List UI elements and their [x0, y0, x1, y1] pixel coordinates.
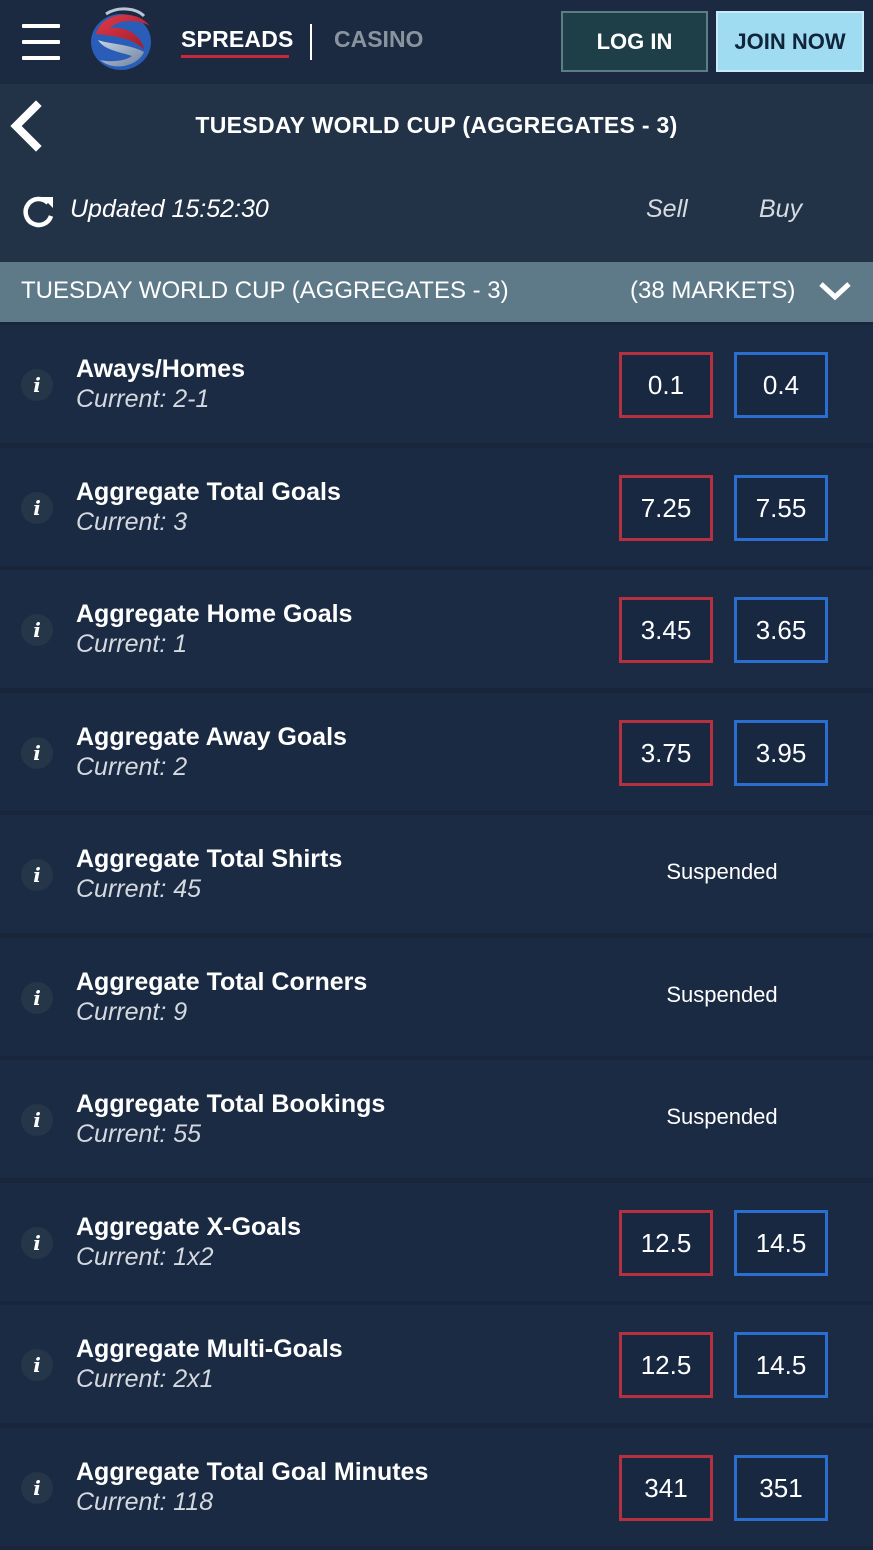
buy-price-button[interactable]: 3.95	[734, 719, 828, 786]
active-tab-indicator	[181, 55, 289, 58]
buy-price-button[interactable]: 14.5	[734, 1209, 828, 1276]
market-name: Aggregate Total Bookings	[76, 1090, 386, 1118]
market-name: Aggregate Total Corners	[76, 967, 368, 996]
info-icon[interactable]: i	[21, 1349, 53, 1381]
buy-price-button[interactable]: 7.55	[734, 474, 828, 541]
title-bar: TUESDAY WORLD CUP (AGGREGATES - 3)	[0, 84, 873, 168]
info-icon[interactable]: i	[21, 1104, 53, 1136]
buy-price-button[interactable]: 0.4	[734, 352, 828, 418]
brand-logo-icon[interactable]	[84, 4, 156, 76]
market-row: i Aggregate Home Goals Current: 1 3.45 3.65	[0, 570, 873, 688]
info-icon[interactable]: i	[21, 981, 53, 1014]
market-name: Aggregate X-Goals	[76, 1212, 302, 1241]
suspended-status: Suspended	[666, 1104, 778, 1129]
log-in-button[interactable]: LOG IN	[561, 11, 708, 72]
nav-divider	[310, 24, 312, 60]
suspended-status: Suspended	[666, 859, 778, 884]
market-name: Aggregate Total Goals	[76, 477, 341, 506]
market-current-value: Current: 45	[76, 875, 202, 903]
market-name: Aways/Homes	[76, 355, 246, 383]
buy-price-button[interactable]: 351	[734, 1454, 828, 1521]
market-current-value: Current: 55	[76, 1120, 202, 1148]
page-title: TUESDAY WORLD CUP (AGGREGATES - 3)	[195, 112, 678, 138]
info-icon[interactable]: i	[21, 736, 53, 769]
sell-price-button[interactable]: 7.25	[619, 474, 713, 541]
market-row: i Aggregate Multi-Goals Current: 2x1 12.5 14…	[0, 1305, 873, 1423]
join-now-button[interactable]: JOIN NOW	[716, 11, 864, 72]
market-current-value: Current: 1	[76, 630, 188, 658]
info-icon[interactable]: i	[21, 1226, 53, 1259]
sell-column-header: Sell	[646, 195, 688, 223]
market-row: i Aggregate Total Shirts Current: 45 Suspen…	[0, 815, 873, 933]
market-row: i Aways/Homes Current: 2-1 0.1 0.4	[0, 325, 873, 443]
market-name: Aggregate Multi-Goals	[76, 1335, 343, 1363]
market-name: Aggregate Total Shirts	[76, 845, 343, 873]
top-nav: SPREADS CASINO LOG IN JOIN NOW	[0, 0, 873, 84]
nav-tab-spreads[interactable]: SPREADS	[181, 26, 294, 53]
buy-price-button[interactable]: 14.5	[734, 1332, 828, 1398]
market-name: Aggregate Total Goal Minutes	[76, 1457, 429, 1486]
market-name: Aggregate Away Goals	[76, 722, 347, 751]
buy-column-header: Buy	[759, 195, 803, 223]
market-row: i Aggregate Total Goal Minutes Current: 11…	[0, 1427, 873, 1546]
market-row: i Aggregate Total Bookings Current: 55 Susp…	[0, 1060, 873, 1178]
info-icon[interactable]: i	[21, 1471, 53, 1504]
sell-price-button[interactable]: 341	[619, 1454, 713, 1521]
market-current-value: Current: 9	[76, 997, 188, 1026]
sell-price-button[interactable]: 12.5	[619, 1209, 713, 1276]
markets-count: (38 MARKETS)	[630, 277, 796, 304]
market-current-value: Current: 1x2	[76, 1242, 214, 1271]
chevron-down-icon[interactable]	[817, 280, 853, 302]
sell-price-button[interactable]: 12.5	[619, 1332, 713, 1398]
refresh-icon[interactable]	[20, 194, 56, 230]
market-current-value: Current: 3	[76, 507, 188, 536]
sell-price-button[interactable]: 3.75	[619, 719, 713, 786]
suspended-status: Suspended	[666, 981, 778, 1007]
market-row: i Aggregate X-Goals Current: 1x2 12.5 14.5	[0, 1182, 873, 1301]
info-icon[interactable]: i	[21, 614, 53, 646]
markets-section-header[interactable]: TUESDAY WORLD CUP (AGGREGATES - 3) (38 M…	[0, 262, 873, 322]
updated-timestamp: Updated 15:52:30	[70, 195, 269, 223]
buy-price-button[interactable]: 3.65	[734, 597, 828, 663]
market-row: i Aggregate Total Goals Current: 3 7.25 7.55	[0, 447, 873, 566]
market-current-value: Current: 2-1	[76, 385, 210, 413]
market-name: Aggregate Home Goals	[76, 600, 353, 628]
sell-price-button[interactable]: 3.45	[619, 597, 713, 663]
info-icon[interactable]: i	[21, 491, 53, 524]
section-title: TUESDAY WORLD CUP (AGGREGATES - 3)	[21, 277, 509, 304]
market-row: i Aggregate Total Corners Current: 9 Suspen…	[0, 937, 873, 1056]
menu-icon[interactable]	[22, 24, 62, 62]
info-icon[interactable]: i	[21, 369, 53, 401]
info-icon[interactable]: i	[21, 859, 53, 891]
market-current-value: Current: 118	[76, 1487, 214, 1516]
market-current-value: Current: 2	[76, 752, 188, 781]
sell-price-button[interactable]: 0.1	[619, 352, 713, 418]
update-bar: Updated 15:52:30 Sell Buy	[0, 168, 873, 262]
nav-tab-casino[interactable]: CASINO	[334, 26, 423, 53]
market-current-value: Current: 2x1	[76, 1365, 214, 1393]
market-row: i Aggregate Away Goals Current: 2 3.75 3.95	[0, 692, 873, 811]
market-list: i Aways/Homes Current: 2-1 0.1 0.4 i Aggregate…	[0, 325, 873, 1550]
